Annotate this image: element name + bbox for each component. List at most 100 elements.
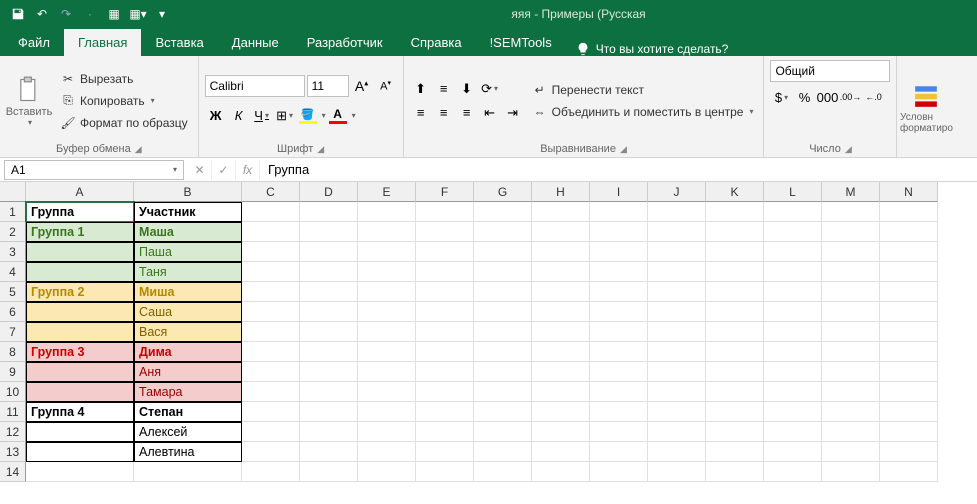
cell-D8[interactable] [300,342,358,362]
row-header[interactable]: 8 [0,342,26,362]
cell-J6[interactable] [648,302,706,322]
cell-J2[interactable] [648,222,706,242]
cell-J14[interactable] [648,462,706,482]
cell-C12[interactable] [242,422,300,442]
cell-J4[interactable] [648,262,706,282]
dialog-launcher-icon[interactable]: ◢ [135,144,142,155]
cell-C6[interactable] [242,302,300,322]
cell-F12[interactable] [416,422,474,442]
cell-H11[interactable] [532,402,590,422]
comma-button[interactable]: 000 [816,86,838,108]
cell-K12[interactable] [706,422,764,442]
cell-D2[interactable] [300,222,358,242]
cell-G1[interactable] [474,202,532,222]
column-header[interactable]: N [880,182,938,202]
cell-L3[interactable] [764,242,822,262]
cell-M13[interactable] [822,442,880,462]
decrease-decimal-button[interactable]: ←.0 [862,86,884,108]
cell-I7[interactable] [590,322,648,342]
increase-font-button[interactable]: A▴ [351,75,373,97]
cell-F8[interactable] [416,342,474,362]
cell-F6[interactable] [416,302,474,322]
cell-M6[interactable] [822,302,880,322]
decrease-font-button[interactable]: A▾ [375,75,397,97]
cell-E4[interactable] [358,262,416,282]
cell-L13[interactable] [764,442,822,462]
column-header[interactable]: K [706,182,764,202]
cell-J9[interactable] [648,362,706,382]
cell-M5[interactable] [822,282,880,302]
cell-J5[interactable] [648,282,706,302]
tab-semtools[interactable]: !SEMTools [476,29,566,56]
cell-E9[interactable] [358,362,416,382]
cell-M1[interactable] [822,202,880,222]
cell-E1[interactable] [358,202,416,222]
column-header[interactable]: E [358,182,416,202]
merge-center-button[interactable]: ⇔Объединить и поместить в центре▾ [528,102,758,122]
cell-N13[interactable] [880,442,938,462]
cell-J11[interactable] [648,402,706,422]
cell-K14[interactable] [706,462,764,482]
cell-C8[interactable] [242,342,300,362]
cell-B4[interactable]: Таня [134,262,242,282]
cell-B2[interactable]: Маша [134,222,242,242]
cell-F1[interactable] [416,202,474,222]
cell-L4[interactable] [764,262,822,282]
cell-F2[interactable] [416,222,474,242]
dialog-launcher-icon[interactable]: ◢ [845,144,852,155]
cell-C5[interactable] [242,282,300,302]
cell-E10[interactable] [358,382,416,402]
cell-E5[interactable] [358,282,416,302]
qat-custom2-icon[interactable]: ▦▾ [128,4,148,24]
column-header[interactable]: J [648,182,706,202]
cell-I3[interactable] [590,242,648,262]
cell-N14[interactable] [880,462,938,482]
cell-C14[interactable] [242,462,300,482]
cell-I14[interactable] [590,462,648,482]
confirm-formula-button[interactable]: ✓ [212,160,236,180]
cell-K7[interactable] [706,322,764,342]
cell-N1[interactable] [880,202,938,222]
underline-button[interactable]: Ч▾ [251,105,273,127]
copy-button[interactable]: ⎘Копировать▾ [56,91,192,111]
cell-D5[interactable] [300,282,358,302]
cell-H14[interactable] [532,462,590,482]
cell-I2[interactable] [590,222,648,242]
font-name-select[interactable] [205,75,305,97]
cell-F4[interactable] [416,262,474,282]
column-header[interactable]: L [764,182,822,202]
cell-B10[interactable]: Тамара [134,382,242,402]
cell-H5[interactable] [532,282,590,302]
cell-L14[interactable] [764,462,822,482]
cell-I6[interactable] [590,302,648,322]
cell-H6[interactable] [532,302,590,322]
cell-K1[interactable] [706,202,764,222]
cell-A10[interactable] [26,382,134,402]
cell-N8[interactable] [880,342,938,362]
cell-G6[interactable] [474,302,532,322]
insert-function-button[interactable]: fx [236,160,260,180]
row-header[interactable]: 2 [0,222,26,242]
cell-M9[interactable] [822,362,880,382]
cell-A1[interactable]: Группа [26,202,134,222]
cell-K9[interactable] [706,362,764,382]
cell-F3[interactable] [416,242,474,262]
cell-I12[interactable] [590,422,648,442]
tab-insert[interactable]: Вставка [141,29,217,56]
cell-I10[interactable] [590,382,648,402]
cell-I4[interactable] [590,262,648,282]
chevron-down-icon[interactable]: ▾ [322,111,326,120]
increase-indent-button[interactable]: ⇥ [502,102,524,124]
row-header[interactable]: 13 [0,442,26,462]
chevron-down-icon[interactable]: ▾ [352,111,356,120]
cell-A7[interactable] [26,322,134,342]
cell-I9[interactable] [590,362,648,382]
cell-B14[interactable] [134,462,242,482]
tell-me-search[interactable]: Что вы хотите сделать? [566,42,739,56]
qat-custom-icon[interactable]: ▦ [104,4,124,24]
cell-H2[interactable] [532,222,590,242]
cell-E14[interactable] [358,462,416,482]
cell-H3[interactable] [532,242,590,262]
cell-N4[interactable] [880,262,938,282]
cell-C10[interactable] [242,382,300,402]
